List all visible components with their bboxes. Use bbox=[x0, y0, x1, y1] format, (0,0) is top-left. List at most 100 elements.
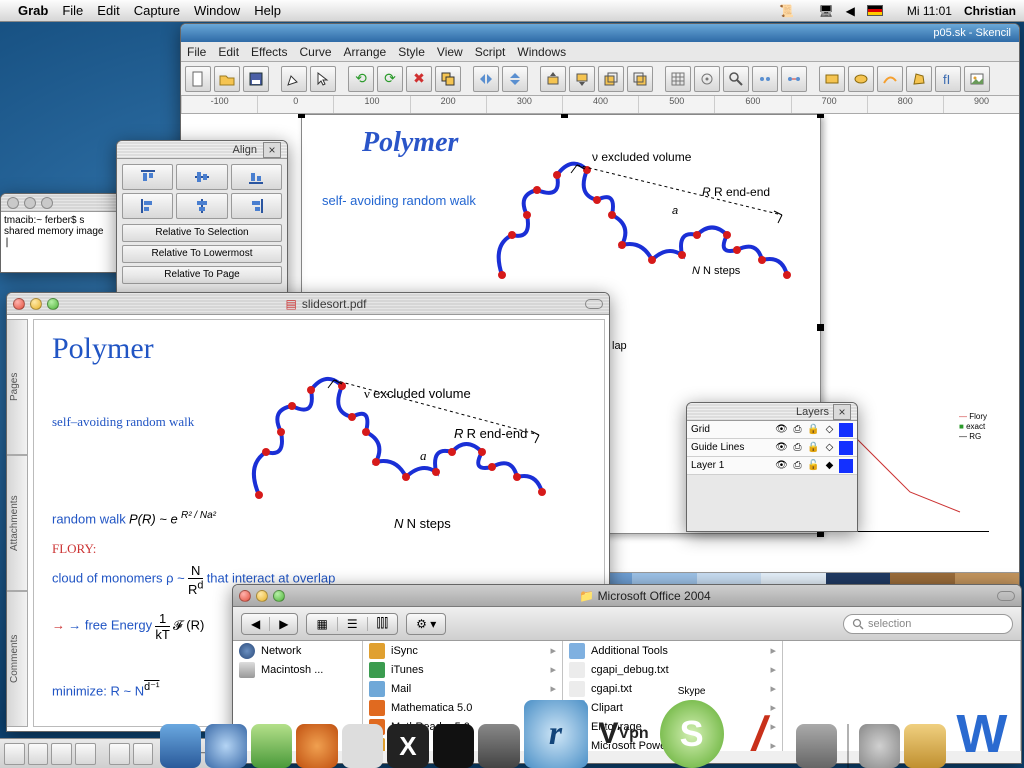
rel-page-button[interactable]: Relative To Page bbox=[122, 266, 282, 284]
clock[interactable]: Mi 11:01 bbox=[907, 4, 952, 18]
print-icon[interactable]: ⎙ bbox=[791, 441, 804, 454]
zoom-icon[interactable] bbox=[47, 298, 59, 310]
terminal-icon[interactable] bbox=[433, 724, 474, 768]
new-icon[interactable] bbox=[185, 66, 211, 92]
select-icon[interactable] bbox=[310, 66, 336, 92]
align-titlebar[interactable]: Align× bbox=[117, 141, 287, 159]
dashboard-icon[interactable] bbox=[859, 724, 900, 768]
duplicate-icon[interactable] bbox=[435, 66, 461, 92]
print-icon[interactable]: ⎙ bbox=[791, 423, 804, 436]
minimize-icon[interactable] bbox=[256, 590, 268, 602]
raise-icon[interactable] bbox=[540, 66, 566, 92]
ungroup-icon[interactable] bbox=[781, 66, 807, 92]
list-item[interactable]: iSync▸ bbox=[363, 641, 562, 660]
layer-row[interactable]: Grid 👁⎙🔒◇ bbox=[687, 421, 857, 439]
menu-edit[interactable]: Edit bbox=[97, 3, 119, 18]
vpn-icon[interactable]: VVpn bbox=[592, 700, 656, 768]
x11-icon[interactable]: X bbox=[387, 724, 428, 768]
pdf-titlebar[interactable]: ▤slidesort.pdf bbox=[7, 293, 609, 315]
word-icon[interactable]: W bbox=[950, 700, 1014, 768]
eye-icon[interactable]: 👁 bbox=[775, 441, 788, 454]
delete-icon[interactable]: ✖ bbox=[406, 66, 432, 92]
list-item[interactable]: Macintosh ... bbox=[233, 660, 362, 679]
search-field[interactable]: selection bbox=[843, 614, 1013, 634]
outline-icon[interactable]: ◇ bbox=[823, 423, 836, 436]
to-front-icon[interactable] bbox=[598, 66, 624, 92]
color-swatch[interactable] bbox=[839, 423, 853, 437]
snap-icon[interactable] bbox=[694, 66, 720, 92]
list-item[interactable]: Additional Tools▸ bbox=[563, 641, 782, 660]
layer-row[interactable]: Guide Lines 👁⎙🔒◇ bbox=[687, 439, 857, 457]
skencil-titlebar[interactable]: p05.sk - Skencil bbox=[181, 24, 1019, 42]
tab-comments[interactable]: Comments bbox=[6, 591, 28, 727]
group-icon[interactable] bbox=[752, 66, 778, 92]
sk-menu-effects[interactable]: Effects bbox=[251, 45, 287, 59]
align-top-icon[interactable] bbox=[122, 164, 173, 190]
nav-buttons[interactable]: ◀▶ bbox=[241, 613, 298, 635]
rel-lowermost-button[interactable]: Relative To Lowermost bbox=[122, 245, 282, 263]
menu-window[interactable]: Window bbox=[194, 3, 240, 18]
close-icon[interactable]: × bbox=[833, 404, 851, 420]
outline-icon[interactable]: ◆ bbox=[823, 459, 836, 472]
list-item[interactable]: cgapi.txt▸ bbox=[563, 679, 782, 698]
skype-icon[interactable]: SSkype bbox=[660, 700, 724, 768]
outline-icon[interactable]: ◇ bbox=[823, 441, 836, 454]
finder-titlebar[interactable]: 📁 Microsoft Office 2004 bbox=[233, 585, 1021, 607]
grid-icon[interactable] bbox=[665, 66, 691, 92]
save-icon[interactable] bbox=[243, 66, 269, 92]
align-bottom-icon[interactable] bbox=[231, 164, 282, 190]
rotate-icon[interactable] bbox=[51, 743, 72, 765]
align-hcenter-icon[interactable] bbox=[176, 193, 227, 219]
zoom-icon[interactable] bbox=[723, 66, 749, 92]
flip-h-icon[interactable] bbox=[473, 66, 499, 92]
office-icon[interactable]: / bbox=[720, 700, 799, 768]
list-item[interactable]: iTunes▸ bbox=[363, 660, 562, 679]
tab-attachments[interactable]: Attachments bbox=[6, 455, 28, 591]
align-left-icon[interactable] bbox=[122, 193, 173, 219]
sk-menu-windows[interactable]: Windows bbox=[517, 45, 566, 59]
lower-icon[interactable] bbox=[569, 66, 595, 92]
close-icon[interactable]: × bbox=[263, 142, 281, 158]
eye-icon[interactable]: 👁 bbox=[775, 459, 788, 472]
polygon-icon[interactable] bbox=[906, 66, 932, 92]
color-swatch[interactable] bbox=[839, 441, 853, 455]
display-icon[interactable]: 🖥 bbox=[818, 4, 833, 18]
list-item[interactable]: Network bbox=[233, 641, 362, 660]
eye-icon[interactable]: 👁 bbox=[775, 423, 788, 436]
rel-selection-button[interactable]: Relative To Selection bbox=[122, 224, 282, 242]
align-vcenter-icon[interactable] bbox=[176, 164, 227, 190]
minimize-icon[interactable] bbox=[30, 298, 42, 310]
open-icon[interactable] bbox=[214, 66, 240, 92]
finder-icon[interactable] bbox=[160, 724, 201, 768]
layer-row[interactable]: Layer 1 👁⎙🔓◆ bbox=[687, 457, 857, 475]
user-name[interactable]: Christian bbox=[964, 4, 1016, 18]
tab-pages[interactable]: Pages bbox=[6, 319, 28, 455]
rect-icon[interactable] bbox=[819, 66, 845, 92]
menu-capture[interactable]: Capture bbox=[134, 3, 180, 18]
edit-mode-icon[interactable] bbox=[281, 66, 307, 92]
list-item[interactable]: cgapi_debug.txt▸ bbox=[563, 660, 782, 679]
itunes-icon[interactable] bbox=[251, 724, 292, 768]
scripts-icon[interactable]: 📜 bbox=[779, 4, 794, 18]
lock-icon[interactable]: 🔓 bbox=[807, 459, 820, 472]
sk-menu-curve[interactable]: Curve bbox=[300, 45, 332, 59]
lock-icon[interactable]: 🔒 bbox=[807, 423, 820, 436]
toolbar-pill-icon[interactable] bbox=[997, 591, 1015, 601]
redo-icon[interactable]: ⟳ bbox=[377, 66, 403, 92]
lock-icon[interactable]: 🔒 bbox=[807, 441, 820, 454]
menu-help[interactable]: Help bbox=[254, 3, 281, 18]
app-icon[interactable] bbox=[796, 724, 837, 768]
sk-menu-arrange[interactable]: Arrange bbox=[344, 45, 387, 59]
safari-icon[interactable] bbox=[205, 724, 246, 768]
sk-menu-edit[interactable]: Edit bbox=[218, 45, 239, 59]
color-swatch[interactable] bbox=[839, 459, 853, 473]
close-icon[interactable] bbox=[13, 298, 25, 310]
sk-menu-style[interactable]: Style bbox=[398, 45, 425, 59]
sk-menu-script[interactable]: Script bbox=[475, 45, 506, 59]
close-icon[interactable] bbox=[239, 590, 251, 602]
align-right-icon[interactable] bbox=[231, 193, 282, 219]
generic-icon[interactable] bbox=[478, 724, 519, 768]
print-icon[interactable]: ⎙ bbox=[791, 459, 804, 472]
pointer-icon[interactable] bbox=[4, 743, 25, 765]
zoom-in-icon[interactable] bbox=[109, 743, 130, 765]
